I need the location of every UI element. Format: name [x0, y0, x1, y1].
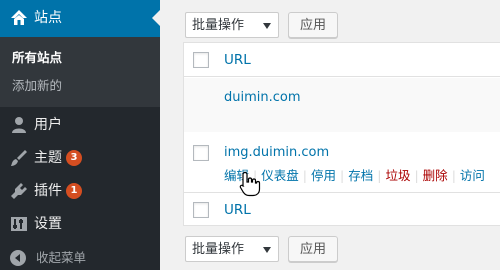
sidebar-item-settings[interactable]: 设置 — [0, 207, 160, 240]
table-footer-row: URL — [184, 192, 500, 226]
user-icon — [12, 117, 26, 133]
sidebar-item-label: 用户 — [34, 117, 62, 133]
archive-link[interactable]: 存档 — [348, 168, 373, 183]
separator: | — [377, 168, 382, 183]
separator: | — [451, 168, 456, 183]
brush-icon — [11, 150, 27, 166]
row-checkbox[interactable] — [193, 145, 209, 161]
separator: | — [302, 168, 307, 183]
select-all-checkbox[interactable] — [193, 202, 209, 218]
bulk-action-value: 批量操作 — [192, 242, 245, 257]
sidebar-item-label: 主题 — [34, 150, 62, 166]
row-actions: 编辑 | 仪表盘 | 停用 | 存档 | 垃圾 | 删除 | 访问 — [224, 168, 485, 184]
apply-button-label: 应用 — [299, 242, 326, 257]
apply-button-label: 应用 — [299, 18, 326, 33]
sidebar-item-users[interactable]: 用户 — [0, 108, 160, 141]
spam-link[interactable]: 垃圾 — [385, 168, 410, 183]
submenu-all-sites[interactable]: 所有站点 — [12, 50, 62, 66]
settings-icon — [11, 217, 27, 231]
site-url-link[interactable]: duimin.com — [224, 89, 301, 106]
update-count-badge: 1 — [66, 183, 82, 199]
network-icon — [11, 10, 27, 25]
sidebar-item-label: 插件 — [34, 183, 62, 199]
sidebar-item-label: 设置 — [34, 216, 62, 232]
dashboard-link[interactable]: 仪表盘 — [261, 168, 299, 183]
collapse-menu-button[interactable]: 收起菜单 — [0, 246, 160, 270]
current-menu-pointer — [152, 10, 160, 26]
sidebar-item-sites[interactable]: 站点 — [0, 0, 160, 37]
sites-table: URL duimin.com img.duimin.com 编辑 | 仪表盘 | 停用 |… — [183, 42, 500, 226]
sidebar-item-themes[interactable]: 主题 3 — [0, 141, 160, 174]
apply-button[interactable]: 应用 — [288, 12, 338, 38]
sites-submenu: 所有站点 添加新的 — [0, 37, 160, 107]
collapse-menu-label: 收起菜单 — [36, 250, 87, 265]
visit-link[interactable]: 访问 — [460, 168, 485, 183]
url-column-footer[interactable]: URL — [224, 202, 251, 219]
table-header-row: URL — [184, 43, 500, 77]
table-row: duimin.com — [184, 78, 500, 132]
site-url-link[interactable]: img.duimin.com — [224, 144, 329, 161]
deactivate-link[interactable]: 停用 — [311, 168, 336, 183]
delete-link[interactable]: 删除 — [423, 168, 448, 183]
hand-cursor-icon — [239, 171, 261, 197]
sidebar-item-label: 站点 — [34, 10, 62, 26]
chevron-down-icon — [263, 23, 271, 29]
url-column-header[interactable]: URL — [224, 52, 251, 69]
bulk-action-select[interactable]: 批量操作 — [185, 12, 279, 38]
separator: | — [414, 168, 419, 183]
plugin-icon — [11, 183, 27, 199]
apply-button[interactable]: 应用 — [288, 236, 338, 262]
sidebar-item-plugins[interactable]: 插件 1 — [0, 174, 160, 207]
separator: | — [339, 168, 345, 183]
bulk-action-select[interactable]: 批量操作 — [185, 236, 279, 262]
table-row: img.duimin.com 编辑 | 仪表盘 | 停用 | 存档 | 垃圾 | 删除 | 访问 — [184, 132, 500, 192]
bulk-action-value: 批量操作 — [192, 18, 245, 33]
admin-sidebar: 站点 所有站点 添加新的 用户 主题 3 插件 1 设置 收起菜单 — [0, 0, 160, 270]
update-count-badge: 3 — [66, 150, 82, 166]
chevron-down-icon — [263, 247, 271, 253]
collapse-icon — [10, 250, 26, 266]
submenu-add-new[interactable]: 添加新的 — [12, 78, 62, 94]
select-all-checkbox[interactable] — [193, 52, 209, 68]
